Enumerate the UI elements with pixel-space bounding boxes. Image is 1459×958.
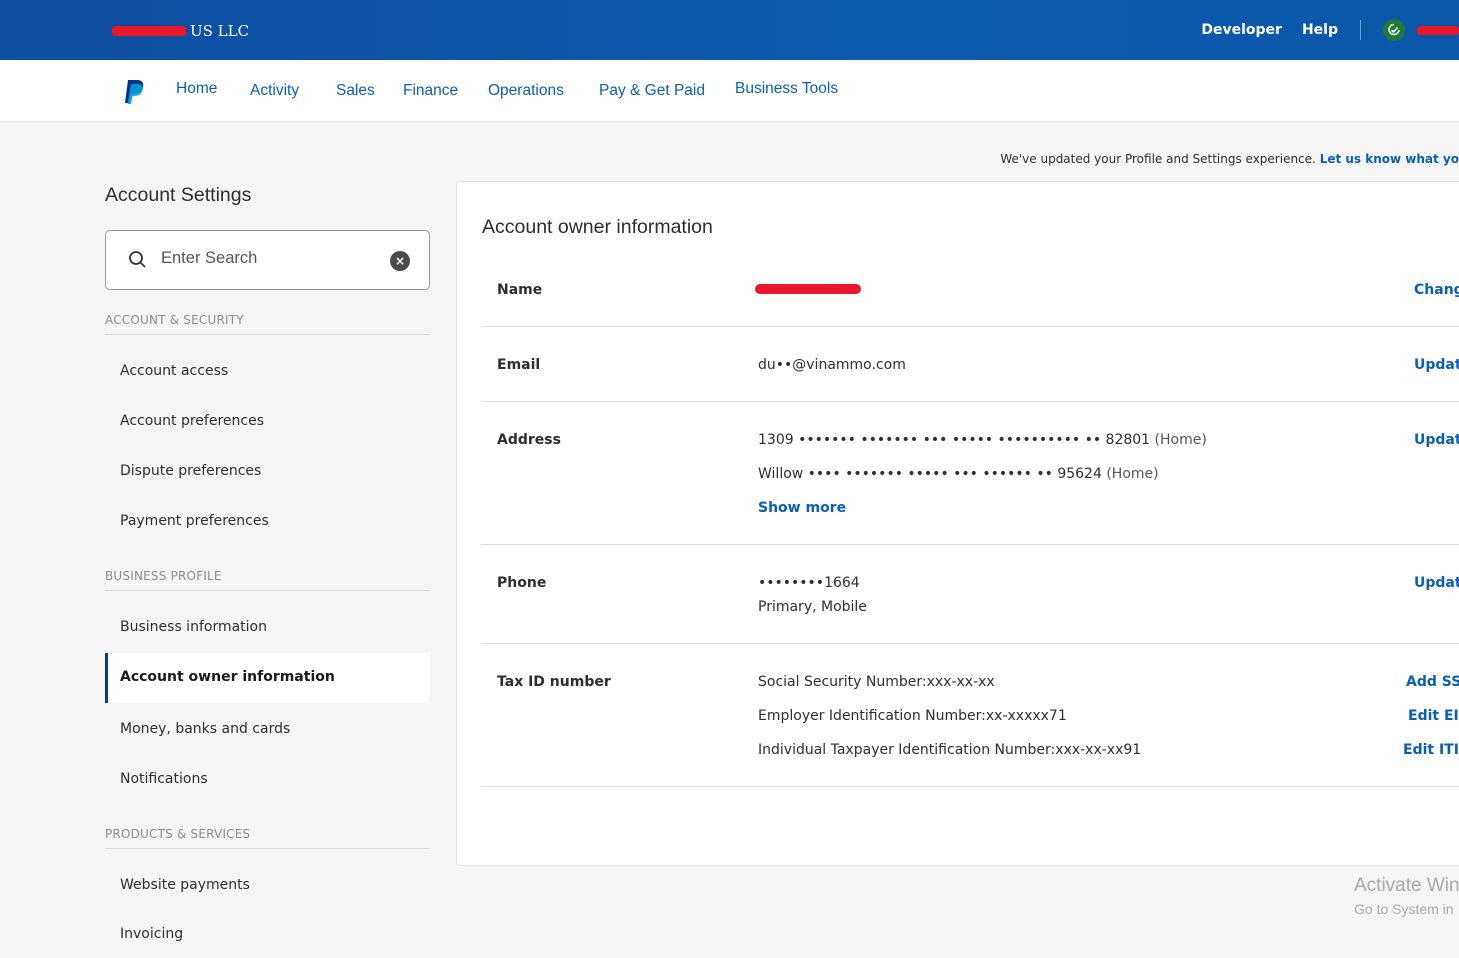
top-header: US LLC Developer Help xyxy=(0,0,1459,60)
phone-label: Phone xyxy=(497,575,547,591)
redacted-username[interactable] xyxy=(1417,25,1459,35)
developer-link[interactable]: Developer xyxy=(1201,22,1282,38)
address-line-2: Willow •••• ••••••• ••••• ••• •••••• •• … xyxy=(758,466,1159,482)
divider xyxy=(481,544,1459,545)
sidebar-item-dispute-preferences[interactable]: Dispute preferences xyxy=(120,463,261,479)
sidebar-item-account-owner-information[interactable]: Account owner information xyxy=(105,653,430,703)
redacted-name xyxy=(755,284,861,294)
main-nav: Home Activity Sales Finance Operations P… xyxy=(0,60,1459,122)
section-business-profile: BUSINESS PROFILE xyxy=(105,569,430,591)
sidebar-item-money-banks-cards[interactable]: Money, banks and cards xyxy=(120,721,290,737)
nav-finance[interactable]: Finance xyxy=(403,82,458,100)
nav-business-tools[interactable]: Business Tools xyxy=(735,80,838,98)
help-link[interactable]: Help xyxy=(1302,22,1338,38)
company-suffix: US LLC xyxy=(190,22,250,40)
add-ssn-button[interactable]: Add SSN xyxy=(1406,674,1459,690)
address-line-1-tag: (Home) xyxy=(1154,432,1207,448)
nav-home[interactable]: Home xyxy=(176,80,217,98)
sidebar-item-notifications[interactable]: Notifications xyxy=(120,771,208,787)
sidebar-title: Account Settings xyxy=(105,184,252,206)
divider xyxy=(481,326,1459,327)
sidebar-item-account-access[interactable]: Account access xyxy=(120,363,228,379)
divider xyxy=(481,786,1459,787)
email-value: du••@vinammo.com xyxy=(758,357,906,373)
email-label: Email xyxy=(497,357,541,373)
header-right: Developer Help xyxy=(1201,18,1459,42)
show-more-link[interactable]: Show more xyxy=(758,500,846,516)
redacted-company-prefix xyxy=(112,26,186,36)
clear-icon[interactable]: × xyxy=(390,251,410,271)
nav-sales[interactable]: Sales xyxy=(336,82,375,100)
activation-watermark-title: Activate Win xyxy=(1354,875,1459,896)
sidebar-item-account-preferences[interactable]: Account preferences xyxy=(120,413,264,429)
address-label: Address xyxy=(497,432,561,448)
sidebar-item-business-information[interactable]: Business information xyxy=(120,619,267,635)
sidebar-item-payment-preferences[interactable]: Payment preferences xyxy=(120,513,269,529)
address-line-1: 1309 ••••••• ••••••• ••• ••••• •••••••••… xyxy=(758,432,1207,448)
avatar-icon[interactable] xyxy=(1383,19,1405,41)
ssn-value: Social Security Number:xxx-xx-xx xyxy=(758,674,995,690)
paypal-logo-icon[interactable] xyxy=(122,79,146,105)
header-divider xyxy=(1360,20,1361,40)
notice-text: We've updated your Profile and Settings … xyxy=(1000,152,1316,166)
feedback-link[interactable]: Let us know what yo xyxy=(1320,152,1459,166)
edit-ein-button[interactable]: Edit EIN xyxy=(1408,708,1459,724)
search-icon xyxy=(129,251,146,268)
edit-itin-button[interactable]: Edit ITIN xyxy=(1403,742,1459,758)
address-line-1-text: 1309 ••••••• ••••••• ••• ••••• •••••••••… xyxy=(758,432,1151,448)
phone-type: Primary, Mobile xyxy=(758,599,867,615)
nav-operations[interactable]: Operations xyxy=(488,82,564,100)
divider xyxy=(481,643,1459,644)
update-notice: We've updated your Profile and Settings … xyxy=(1000,152,1459,166)
update-address-button[interactable]: Update xyxy=(1414,432,1459,448)
divider xyxy=(481,401,1459,402)
address-line-2-tag: (Home) xyxy=(1106,466,1159,482)
nav-activity[interactable]: Activity xyxy=(250,82,299,100)
change-name-button[interactable]: Change xyxy=(1414,282,1459,298)
tax-id-label: Tax ID number xyxy=(497,674,611,690)
account-owner-card: Account owner information Name Change Em… xyxy=(456,181,1459,866)
activation-watermark-subtitle: Go to System in xyxy=(1354,901,1454,917)
section-products-services: PRODUCTS & SERVICES xyxy=(105,827,430,849)
update-email-button[interactable]: Update xyxy=(1414,357,1459,373)
ein-value: Employer Identification Number:xx-xxxxx7… xyxy=(758,708,1067,724)
search-box[interactable]: Enter Search × xyxy=(105,230,430,290)
search-input[interactable]: Enter Search xyxy=(161,249,257,268)
section-account-security: ACCOUNT & SECURITY xyxy=(105,313,430,335)
sidebar-item-invoicing[interactable]: Invoicing xyxy=(120,926,183,942)
company-name: US LLC xyxy=(112,20,249,42)
update-phone-button[interactable]: Update xyxy=(1414,575,1459,591)
nav-pay-get-paid[interactable]: Pay & Get Paid xyxy=(599,82,705,100)
address-line-2-text: Willow •••• ••••••• ••••• ••• •••••• •• … xyxy=(758,466,1102,482)
phone-value: ••••••••1664 xyxy=(758,575,860,591)
page-title: Account owner information xyxy=(482,216,713,238)
sidebar-item-website-payments[interactable]: Website payments xyxy=(120,877,250,893)
sidebar-item-label: Account owner information xyxy=(120,669,335,685)
itin-value: Individual Taxpayer Identification Numbe… xyxy=(758,742,1142,758)
name-label: Name xyxy=(497,282,543,298)
